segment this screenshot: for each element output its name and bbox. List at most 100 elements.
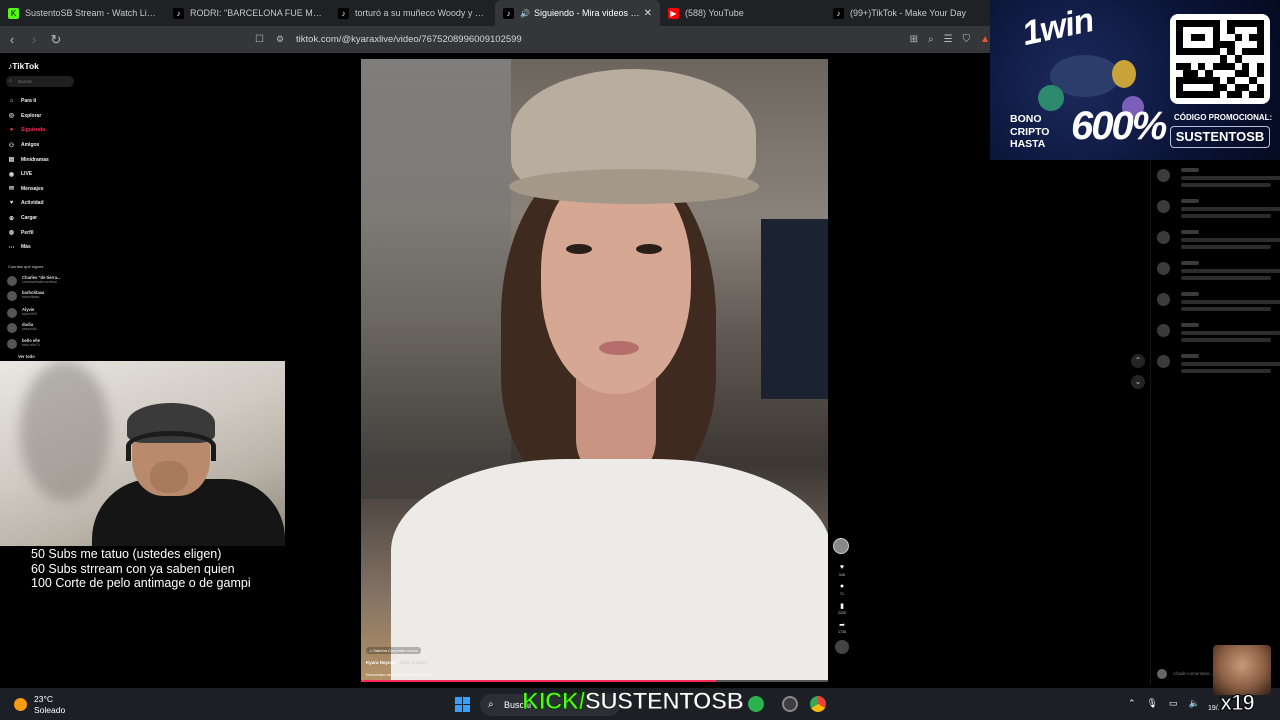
windows-start-icon[interactable]: [455, 697, 470, 712]
browser-tab[interactable]: ▶ (588) YouTube: [660, 0, 825, 26]
tiktok-logo[interactable]: ♪TikTok: [8, 61, 39, 71]
whatsapp-icon[interactable]: [748, 696, 764, 712]
sidebar-item-mensajes[interactable]: ✉ Mensajes: [7, 182, 49, 197]
close-tab-icon[interactable]: ✕: [644, 8, 652, 19]
browser-tab[interactable]: ♪ (99+)TikTok - Make Your Day: [825, 0, 990, 26]
comment-placeholder: [1157, 323, 1280, 345]
bookmark-icon[interactable]: ☐: [255, 34, 264, 45]
account-name: Ver todo: [18, 354, 35, 359]
sidebar-item-cargar[interactable]: ⊕ Cargar: [7, 211, 49, 226]
avatar: [7, 339, 17, 349]
search-icon: ⌕: [9, 78, 12, 84]
ad-brand-logo: 1win: [1018, 0, 1097, 54]
minidrama-icon: ▤: [8, 157, 15, 164]
activity-icon: ♥: [9, 200, 14, 207]
avatar: [1157, 669, 1167, 679]
author-avatar[interactable]: [833, 538, 849, 554]
url-text[interactable]: tiktok.com/@kyaraxlive/video/76752089960…: [296, 34, 522, 45]
sidebar-item-actividad[interactable]: ♥ Actividad: [7, 196, 49, 211]
site-info-icon[interactable]: ⚙: [276, 34, 284, 45]
sponsor-ad: 1win BONO CRIPTO HASTA 600% CÓDIGO PROMO…: [990, 0, 1280, 160]
following-account[interactable]: barbolitaaa barbolitaaa: [7, 290, 44, 301]
translate-icon[interactable]: ⊞: [910, 34, 918, 45]
following-account[interactable]: Charles "de tierra... charlesdelatierraof…: [7, 275, 61, 286]
browser-tab[interactable]: ♪ torturó a su muñeco Woody y esto p...: [330, 0, 495, 26]
comment-placeholder: [1157, 168, 1280, 190]
profile-icon: ◍: [8, 230, 15, 237]
sidebar-item-siguiendo[interactable]: ● Siguiendo: [7, 123, 49, 138]
browser-toolbar: ‹ › ↻ ☐ ⚙ tiktok.com/@kyaraxlive/video/7…: [0, 26, 990, 53]
chrome-icon[interactable]: [810, 696, 826, 712]
brave-rewards-icon[interactable]: ▲: [980, 34, 990, 45]
sidebar-item-perfil[interactable]: ◍ Perfil: [7, 225, 49, 240]
back-icon[interactable]: ‹: [2, 30, 22, 50]
tab-title: (99+)TikTok - Make Your Day: [850, 8, 966, 18]
tiktok-icon: ♪: [338, 7, 349, 19]
sidebar-item-minidramas[interactable]: ▤ Minidramas: [7, 152, 49, 167]
sun-icon: [14, 698, 27, 711]
ad-percent: 600%: [1071, 104, 1167, 148]
avatar: [7, 323, 17, 333]
microphone-icon[interactable]: 🎙: [1147, 698, 1158, 709]
weather-widget[interactable]: 23°C Soleado: [14, 694, 65, 715]
action-count: 2220: [838, 611, 846, 615]
sub-goal-line: 50 Subs me tatuo (ustedes eligen): [31, 547, 222, 561]
following-icon: ●: [9, 127, 14, 134]
browser-tab[interactable]: K SustentoSB Stream - Watch Live ...: [0, 0, 165, 26]
sidebar-item-label: Explorar: [21, 112, 42, 119]
share-button[interactable]: ➦ 1735: [833, 621, 851, 634]
sidebar-item-amigos[interactable]: ⚇ Amigos: [7, 138, 49, 153]
app-icon[interactable]: [782, 696, 798, 712]
video-author[interactable]: Kyara Nayumi · Hace 1 día(s): [366, 660, 427, 665]
avatar: [7, 291, 17, 301]
video-progress-bar[interactable]: [361, 680, 828, 682]
comment-placeholder: [1157, 199, 1280, 221]
sidebar-item-live[interactable]: ◉ LIVE: [7, 167, 49, 182]
bookmark-button[interactable]: ▮ 2220: [833, 602, 851, 615]
comment-button[interactable]: ● 71: [833, 583, 851, 596]
video-music-tag[interactable]: ♫ Sabrina Carpenter nuevo: [366, 647, 421, 654]
sidebar-item-label: Siguiendo: [21, 127, 46, 134]
following-account[interactable]: bello elle bello.elle74: [7, 338, 40, 349]
account-handle: barbolitaaa: [22, 295, 40, 299]
action-count: 71: [840, 592, 844, 596]
extension-icon[interactable]: ☰: [944, 34, 953, 45]
following-account[interactable]: dudia peepdudi...: [7, 322, 39, 333]
reload-icon[interactable]: ↻: [46, 30, 66, 50]
previous-video-button[interactable]: ⌃: [1131, 354, 1145, 368]
sidebar-item-explorar[interactable]: ◎ Explorar: [7, 109, 49, 124]
music-disc-icon[interactable]: [835, 640, 849, 654]
upload-icon: ⊕: [8, 215, 15, 222]
sidebar-item-label: Para ti: [21, 98, 37, 105]
network-icon[interactable]: ▭: [1169, 698, 1178, 709]
speaker-icon[interactable]: 🔊: [520, 9, 530, 18]
next-video-button[interactable]: ⌄: [1131, 375, 1145, 389]
browser-tab-bar: K SustentoSB Stream - Watch Live ... ♪ RODR…: [0, 0, 990, 26]
tab-title: Siguiendo - Mira videos publ...: [533, 8, 640, 18]
sidebar-item-label: Minidramas: [21, 156, 49, 163]
address-bar[interactable]: ☐ ⚙ tiktok.com/@kyaraxlive/video/7675208…: [255, 29, 990, 50]
browser-tab[interactable]: ♪ 🔊Siguiendo - Mira videos publ... ✕: [495, 0, 660, 26]
sidebar-item-m-s[interactable]: ⋯ Más: [7, 240, 49, 255]
forward-icon[interactable]: ›: [24, 30, 44, 50]
tiktok-icon: ♪: [503, 7, 514, 19]
shield-icon[interactable]: ⛉: [963, 34, 971, 45]
youtube-icon: ▶: [668, 7, 679, 19]
volume-icon[interactable]: 🔈: [1189, 698, 1200, 709]
headset-icon: [126, 431, 216, 461]
streamer-webcam: [0, 361, 285, 546]
tab-title: (588) YouTube: [685, 8, 744, 18]
share-icon: ➦: [839, 622, 845, 629]
browser-tab[interactable]: ♪ RODRI: "BARCELONA FUE MI PRIMER...: [165, 0, 330, 26]
temperature: 23°C: [34, 694, 53, 704]
sidebar-item-para-ti[interactable]: ⌂ Para ti: [7, 94, 49, 109]
emote-counter: x19: [1220, 690, 1256, 716]
zoom-icon[interactable]: ⌕: [928, 34, 934, 45]
bookmark-icon: ▮: [840, 603, 844, 610]
tiktok-search-input[interactable]: ⌕ Buscar: [6, 76, 74, 87]
following-account[interactable]: Alyvie alyvie999: [7, 307, 37, 318]
sidebar-item-label: Más: [21, 244, 31, 251]
chevron-up-icon[interactable]: ⌃: [1128, 698, 1136, 709]
tiktok-video-player[interactable]: [361, 59, 828, 681]
heart-button[interactable]: ♥ 34K: [833, 564, 851, 577]
